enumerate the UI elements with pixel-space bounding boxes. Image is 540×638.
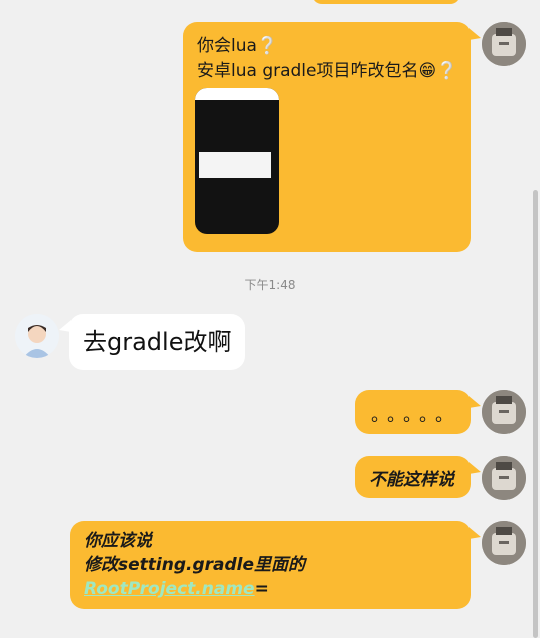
screenshot-thumbnail[interactable] (195, 88, 279, 234)
my-avatar[interactable] (482, 456, 526, 500)
message-bubble-correction[interactable]: 不能这样说 (355, 456, 481, 498)
message-text: 你应该说 修改setting.gradle里面的 RootProject.nam… (84, 531, 306, 599)
question-mark-icon: ❔ (256, 36, 279, 56)
previous-message-edge (312, 0, 460, 4)
question-mark-icon: ❔ (436, 61, 458, 81)
message-bubble-question[interactable]: 你会lua❔ 安卓lua gradle项目咋改包名😁❔ (183, 22, 481, 252)
message-bubble-reply[interactable]: 去gradle改啊 (59, 314, 245, 370)
contact-avatar[interactable] (15, 314, 59, 358)
my-avatar[interactable] (482, 521, 526, 565)
message-bubble-instruction[interactable]: 你应该说 修改setting.gradle里面的 RootProject.nam… (70, 521, 481, 609)
thumbnail-status-bar (195, 88, 279, 100)
message-text: 去gradle改啊 (83, 328, 232, 356)
message-text: 你会lua❔ 安卓lua gradle项目咋改包名😁❔ (197, 36, 458, 81)
my-avatar[interactable] (482, 390, 526, 434)
message-bubble-dots[interactable]: 。。。。。 (355, 390, 481, 434)
my-avatar[interactable] (482, 22, 526, 66)
timestamp: 下午1:48 (244, 278, 296, 292)
code-link[interactable]: RootProject.name (84, 579, 255, 599)
grin-emoji-icon: 😁 (418, 61, 437, 81)
thumbnail-dialog (199, 152, 271, 178)
scrollbar[interactable] (533, 190, 538, 638)
message-text: 。。。。。 (371, 405, 460, 426)
message-text: 不能这样说 (369, 470, 454, 490)
